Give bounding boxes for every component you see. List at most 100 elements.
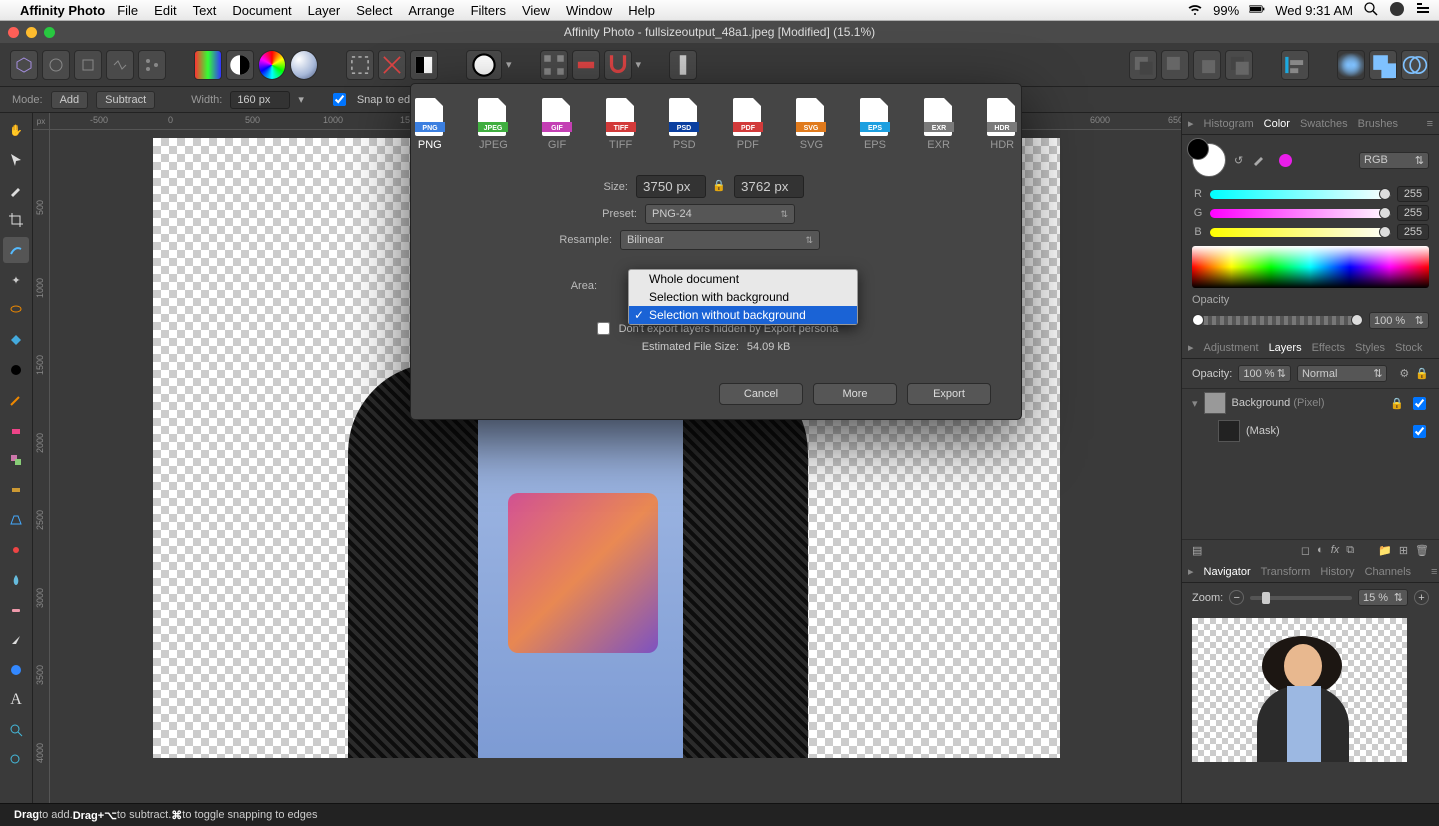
arrange-forward-icon[interactable] — [1193, 50, 1221, 80]
layers-icon[interactable]: ▤ — [1192, 544, 1202, 557]
lock-icon[interactable]: 🔒 — [712, 179, 728, 195]
r-value[interactable]: 255 — [1397, 186, 1429, 202]
menu-layer[interactable]: Layer — [308, 3, 341, 18]
battery-icon[interactable] — [1249, 1, 1265, 20]
invert-icon[interactable] — [410, 50, 438, 80]
format-exr[interactable]: EXREXR — [920, 98, 958, 151]
window-zoom[interactable] — [44, 27, 55, 38]
g-value[interactable]: 255 — [1397, 205, 1429, 221]
eyedropper-icon[interactable] — [1251, 151, 1267, 170]
chevron-icon[interactable]: ▸ — [1188, 341, 1194, 354]
marquee-icon[interactable] — [346, 50, 374, 80]
fill-tool[interactable] — [3, 327, 29, 353]
window-minimize[interactable] — [26, 27, 37, 38]
blur-tool[interactable] — [3, 567, 29, 593]
format-hdr[interactable]: HDRHDR — [983, 98, 1021, 151]
menu-text[interactable]: Text — [193, 3, 217, 18]
assistant-icon[interactable] — [669, 50, 697, 80]
tab-navigator[interactable]: Navigator — [1204, 566, 1251, 578]
bool-add-icon[interactable] — [1337, 50, 1365, 80]
format-png[interactable]: PNGPNG — [411, 98, 449, 151]
menu-arrange[interactable]: Arrange — [408, 3, 454, 18]
area-option-withbg[interactable]: Selection with background — [629, 288, 857, 306]
magnet-icon[interactable] — [604, 50, 632, 80]
bool-sub-icon[interactable] — [1369, 50, 1397, 80]
zoom-in-icon[interactable]: + — [1414, 590, 1429, 605]
format-tiff[interactable]: TIFFTIFF — [602, 98, 640, 151]
area-dropdown[interactable]: Whole document Selection with background… — [628, 269, 858, 325]
magicwand-tool[interactable]: ✦ — [3, 267, 29, 293]
crop-icon[interactable]: ⧉ — [1346, 544, 1354, 557]
width-stepper[interactable]: ▾ — [298, 93, 304, 106]
spotlight-icon[interactable] — [1363, 1, 1379, 20]
move-tool[interactable] — [3, 147, 29, 173]
arrange-backward-icon[interactable] — [1161, 50, 1189, 80]
format-eps[interactable]: EPSEPS — [856, 98, 894, 151]
layer-background[interactable]: ▾ Background (Pixel) 🔒 — [1182, 389, 1439, 417]
hide-export-checkbox[interactable] — [597, 322, 610, 335]
zoom-value[interactable]: 15 %⇅ — [1358, 589, 1408, 606]
export-width[interactable] — [636, 175, 706, 198]
layer-mask[interactable]: (Mask) — [1182, 417, 1439, 445]
clock[interactable]: Wed 9:31 AM — [1275, 3, 1353, 18]
crop-tool[interactable] — [3, 207, 29, 233]
folder-icon[interactable]: 📁 — [1378, 544, 1392, 557]
loupe-tool[interactable] — [3, 747, 29, 773]
shape-tool[interactable] — [3, 657, 29, 683]
panel-menu-icon[interactable]: ≡ — [1431, 566, 1437, 578]
sphere-icon[interactable] — [290, 50, 318, 80]
quickmask-icon[interactable] — [466, 50, 502, 80]
snap-off-icon[interactable] — [572, 50, 600, 80]
zoom-out-icon[interactable]: − — [1229, 590, 1244, 605]
menu-filters[interactable]: Filters — [471, 3, 506, 18]
chevron-icon[interactable]: ▸ — [1188, 565, 1194, 578]
menu-document[interactable]: Document — [232, 3, 291, 18]
heal-tool[interactable] — [3, 597, 29, 623]
text-tool[interactable]: A — [3, 687, 29, 713]
arrange-back-icon[interactable] — [1129, 50, 1157, 80]
rgb-icon[interactable] — [194, 50, 222, 80]
mask-square-icon[interactable]: ◻ — [1301, 544, 1310, 557]
clone-tool[interactable] — [3, 447, 29, 473]
format-svg[interactable]: SVGSVG — [793, 98, 831, 151]
pen-tool[interactable] — [3, 627, 29, 653]
persona-tone[interactable] — [106, 50, 134, 80]
tab-adjustment[interactable]: Adjustment — [1204, 342, 1259, 354]
persona-liquify[interactable] — [42, 50, 70, 80]
menu-help[interactable]: Help — [628, 3, 655, 18]
tab-swatches[interactable]: Swatches — [1300, 118, 1348, 130]
mode-subtract-button[interactable]: Subtract — [96, 91, 155, 109]
siri-icon[interactable] — [1389, 1, 1405, 20]
redeye-tool[interactable] — [3, 537, 29, 563]
inpaint-tool[interactable] — [3, 477, 29, 503]
layer-visible[interactable] — [1413, 397, 1426, 410]
grid-icon[interactable] — [540, 50, 568, 80]
mode-add-button[interactable]: Add — [51, 91, 89, 109]
lock-icon[interactable]: 🔒 — [1415, 367, 1429, 380]
arrange-front-icon[interactable] — [1225, 50, 1253, 80]
chevron-icon[interactable]: ▸ — [1188, 117, 1194, 130]
deselect-icon[interactable] — [378, 50, 406, 80]
export-button[interactable]: Export — [907, 383, 991, 405]
lock-icon[interactable]: 🔒 — [1390, 397, 1404, 410]
persona-develop[interactable] — [74, 50, 102, 80]
paint-tool[interactable] — [3, 357, 29, 383]
align-icon[interactable] — [1281, 50, 1309, 80]
perspective-tool[interactable] — [3, 507, 29, 533]
color-mode-select[interactable]: RGB⇅ — [1359, 152, 1429, 169]
opacity-slider[interactable] — [1192, 316, 1363, 325]
menu-edit[interactable]: Edit — [154, 3, 176, 18]
hand-tool[interactable]: ✋ — [3, 117, 29, 143]
b-slider[interactable] — [1210, 228, 1391, 237]
area-option-whole[interactable]: Whole document — [629, 270, 857, 288]
persona-photo[interactable] — [10, 50, 38, 80]
persona-export[interactable] — [138, 50, 166, 80]
export-height[interactable] — [734, 175, 804, 198]
layer-opacity[interactable]: 100 %⇅ — [1238, 365, 1291, 382]
tab-history[interactable]: History — [1320, 566, 1354, 578]
gear-icon[interactable]: ⚙ — [1399, 367, 1409, 380]
fx-icon[interactable]: fx — [1331, 544, 1340, 557]
selection-brush-tool[interactable] — [3, 237, 29, 263]
adjust-circle-icon[interactable]: ◐ — [1317, 544, 1324, 557]
g-slider[interactable] — [1210, 209, 1391, 218]
